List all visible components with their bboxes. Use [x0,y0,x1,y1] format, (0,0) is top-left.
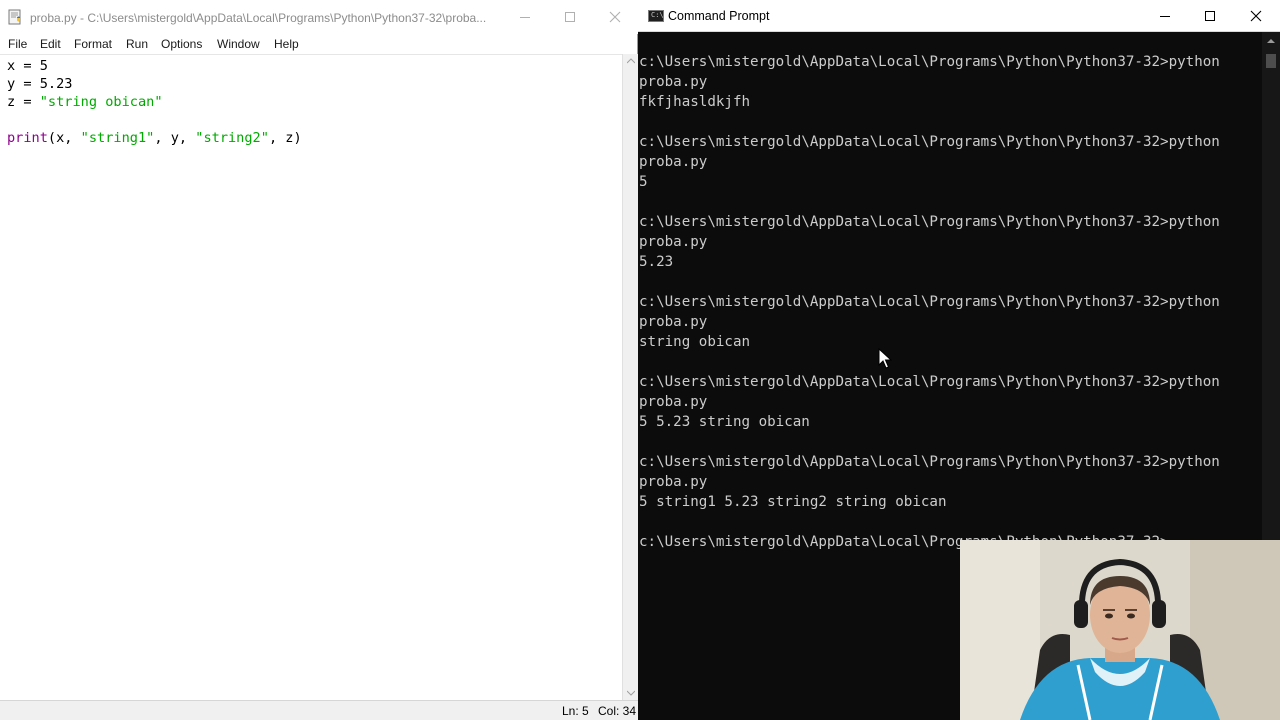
maximize-icon [565,12,575,22]
console-line: proba.py [639,234,708,250]
menu-window[interactable]: Window [217,37,260,51]
idle-menu-bar: File Edit Format Run Options Window Help [0,34,638,54]
webcam-overlay [960,540,1280,720]
code-line-2: y = 5.23 [7,76,73,92]
webcam-person-image [960,540,1280,720]
cmd-scroll-thumb[interactable] [1266,54,1276,68]
code-token: (x, [47,130,81,146]
code-token: , z) [268,130,302,146]
scroll-up-icon[interactable] [1267,38,1275,44]
console-line: c:\Users\mistergold\AppData\Local\Progra… [639,454,1220,470]
console-line: proba.py [639,394,708,410]
idle-window-title: proba.py - C:\Users\mistergold\AppData\L… [30,11,487,25]
menu-format[interactable]: Format [74,37,112,51]
minimize-icon [520,17,530,18]
idle-minimize-button[interactable] [502,0,548,34]
console-line: c:\Users\mistergold\AppData\Local\Progra… [639,214,1220,230]
cmd-window-title: Command Prompt [668,9,770,23]
console-line: 5 5.23 string obican [639,414,810,430]
cmd-maximize-button[interactable] [1187,0,1233,33]
console-line: c:\Users\mistergold\AppData\Local\Progra… [639,374,1220,390]
idle-status-bar: Ln: 5 Col: 34 [0,700,638,720]
cmd-title-bar[interactable]: C:\ Command Prompt [638,0,1280,32]
idle-editor-window: proba.py - C:\Users\mistergold\AppData\L… [0,0,638,720]
console-line: proba.py [639,314,708,330]
idle-close-button[interactable] [592,0,638,34]
console-line: 5 [639,174,648,190]
code-line-3: z = "string obican" [7,94,163,110]
console-line: proba.py [639,154,708,170]
console-line: proba.py [639,74,708,90]
maximize-icon [1205,11,1215,21]
code-string: "string1" [80,130,155,146]
minimize-icon [1160,16,1170,17]
code-string: "string2" [195,130,269,146]
menu-run[interactable]: Run [126,37,148,51]
idle-title-bar[interactable]: proba.py - C:\Users\mistergold\AppData\L… [0,0,638,34]
menu-edit[interactable]: Edit [40,37,61,51]
code-line-5: print(x, "string1", y, "string2", z) [7,130,302,146]
console-line: c:\Users\mistergold\AppData\Local\Progra… [639,134,1220,150]
console-line: c:\Users\mistergold\AppData\Local\Progra… [639,294,1220,310]
idle-maximize-button[interactable] [547,0,593,34]
code-token: z = [7,94,40,110]
mouse-cursor-icon [878,348,892,369]
console-line: fkfjhasldkjfh [639,94,751,110]
console-line: 5.23 [639,254,674,270]
cmd-icon-text: C:\ [651,11,664,19]
close-icon [1250,10,1262,22]
menu-help[interactable]: Help [274,37,299,51]
status-column-number: Col: 34 [598,704,637,718]
menu-file[interactable]: File [8,37,27,51]
console-line: string obican [639,334,751,350]
idle-app-icon [8,9,21,25]
scroll-down-icon[interactable] [627,690,635,696]
code-line-1: x = 5 [7,58,48,74]
status-line-number: Ln: 5 [562,704,589,718]
close-icon [609,11,621,23]
cmd-app-icon: C:\ [648,10,664,22]
code-editor[interactable]: x = 5 y = 5.23 z = "string obican" print… [0,54,622,700]
scroll-up-icon[interactable] [627,58,635,64]
code-token: , y, [154,130,196,146]
code-string: "string obican" [39,94,163,110]
console-line: proba.py [639,474,708,490]
menu-options[interactable]: Options [161,37,202,51]
idle-vertical-scrollbar[interactable] [622,54,638,700]
console-line: 5 string1 5.23 string2 string obican [639,494,947,510]
console-line: c:\Users\mistergold\AppData\Local\Progra… [639,54,1220,70]
cmd-minimize-button[interactable] [1142,0,1188,33]
cmd-close-button[interactable] [1233,0,1279,33]
code-keyword: print [7,130,48,146]
